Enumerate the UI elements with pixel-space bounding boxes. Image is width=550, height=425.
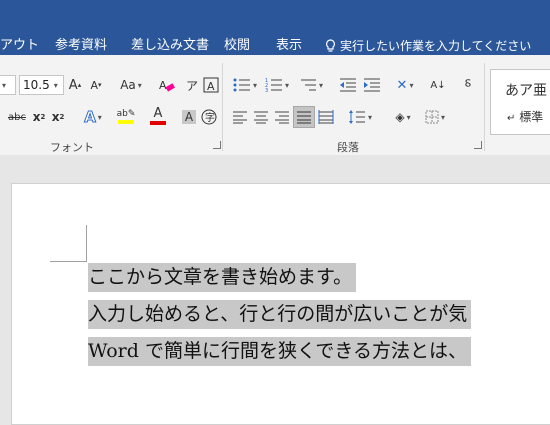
superscript-button[interactable]: x2	[50, 107, 66, 127]
clear-formatting-button[interactable]: A	[157, 75, 177, 95]
align-right-icon	[275, 111, 289, 124]
character-border-icon: A	[203, 77, 219, 93]
style-normal-row: ↵ 標準	[507, 108, 543, 125]
paragraph-mark-icon: ⸹	[464, 77, 472, 94]
paragraph-dialog-launcher[interactable]	[474, 141, 482, 149]
character-shading-icon: A	[181, 110, 197, 124]
style-sample: あア亜	[505, 83, 547, 99]
borders-icon	[425, 110, 439, 124]
document-line-1[interactable]: ここから文章を書き始めます。	[88, 263, 357, 292]
bullets-button[interactable]: ▾	[230, 75, 260, 95]
font-color-button[interactable]: A	[143, 105, 173, 127]
tab-view[interactable]: 表示	[276, 36, 302, 56]
numbering-button[interactable]: 1 2 3 ▾	[262, 75, 292, 95]
group-separator	[484, 63, 485, 151]
shading-button[interactable]: ◈ ▾	[388, 107, 418, 127]
font-color-swatch	[150, 121, 166, 125]
font-size-value: 10.5	[23, 78, 50, 92]
justify-icon	[297, 111, 311, 124]
group-separator	[222, 63, 223, 151]
ribbon: ▾ 10.5 ▾ A ▴ A ▾ Aa ▾ A ア A abc x2 x2 A ▾ ab✎…	[0, 55, 550, 156]
asian-layout-button[interactable]: ✕ ▾	[390, 75, 420, 95]
tell-me-box[interactable]: 実行したい作業を入力してください	[325, 36, 531, 56]
tell-me-text: 実行したい作業を入力してください	[340, 39, 532, 53]
character-shading-button[interactable]: A	[180, 107, 198, 127]
document-line-3[interactable]: Word で簡単に行間を狭くできる方法とは、	[88, 337, 472, 366]
highlighter-icon: ab✎	[116, 108, 136, 119]
highlight-color-button[interactable]: ab✎	[111, 105, 141, 127]
font-group-label: フォント	[50, 141, 94, 154]
text-effects-button[interactable]: A ▾	[80, 107, 106, 127]
svg-text:A: A	[159, 79, 167, 92]
enclose-characters-icon: 字	[201, 109, 217, 125]
font-color-icon: A	[153, 106, 163, 121]
paragraph-group-label: 段落	[337, 141, 359, 154]
font-size-combo[interactable]: 10.5 ▾	[19, 75, 64, 95]
align-left-button[interactable]	[230, 107, 250, 127]
tab-mailings[interactable]: 差し込み文書	[131, 36, 209, 56]
phonetic-guide-button[interactable]: ア	[181, 75, 201, 95]
crop-mark	[86, 225, 87, 262]
decrease-indent-button[interactable]	[338, 75, 358, 95]
tab-layout[interactable]: アウト	[0, 36, 39, 56]
character-border-button[interactable]: A	[201, 75, 221, 95]
subscript-button[interactable]: x2	[31, 107, 47, 127]
ribbon-tab-bar: アウト 参考資料 差し込み文書 校閲 表示 実行したい作業を入力してください	[0, 0, 550, 55]
tab-review[interactable]: 校閲	[224, 36, 250, 56]
align-left-icon	[233, 111, 247, 124]
lightbulb-icon	[326, 39, 335, 52]
align-right-button[interactable]	[272, 107, 292, 127]
grow-font-button[interactable]: A ▴	[67, 75, 83, 95]
decrease-indent-icon	[340, 78, 356, 92]
bullets-icon	[233, 78, 250, 92]
document-line-2[interactable]: 入力し始めると、行と行の間が広いことが気	[88, 300, 472, 329]
increase-indent-icon	[364, 78, 380, 92]
align-center-button[interactable]	[251, 107, 271, 127]
multilevel-list-button[interactable]: ▾	[296, 75, 326, 95]
justify-button[interactable]	[293, 106, 315, 128]
eraser-icon: A	[159, 79, 175, 92]
style-normal-label: 標準	[519, 110, 544, 124]
svg-text:A: A	[207, 80, 215, 93]
styles-gallery[interactable]: あア亜 ↵ 標準	[490, 69, 550, 135]
numbering-icon: 123	[265, 78, 282, 93]
shrink-font-button[interactable]: A ▾	[88, 75, 104, 95]
increase-indent-button[interactable]	[362, 75, 382, 95]
enclose-characters-button[interactable]: 字	[200, 107, 218, 127]
borders-button[interactable]: ▾	[420, 107, 450, 127]
crop-mark	[50, 261, 87, 262]
tab-references[interactable]: 参考資料	[55, 36, 107, 56]
asian-layout-icon: ✕	[396, 77, 408, 93]
distributed-button[interactable]	[316, 107, 336, 127]
svg-text:3: 3	[265, 88, 268, 93]
svg-text:字: 字	[205, 111, 215, 124]
sort-icon: A↓	[430, 79, 446, 91]
phonetic-guide-icon: ア	[186, 79, 198, 93]
change-case-button[interactable]: Aa ▾	[115, 75, 147, 95]
text-effects-icon: A	[84, 108, 97, 127]
line-spacing-icon	[348, 110, 365, 124]
highlight-swatch	[118, 119, 134, 124]
line-spacing-button[interactable]: ▾	[345, 107, 375, 127]
sort-button[interactable]: A↓	[428, 75, 448, 95]
strikethrough-button[interactable]: abc	[6, 107, 28, 127]
multilevel-list-icon	[300, 79, 316, 91]
font-dialog-launcher[interactable]	[213, 141, 221, 149]
svg-text:ア: ア	[186, 79, 198, 93]
align-center-icon	[254, 111, 268, 124]
font-name-combo[interactable]: ▾	[0, 75, 16, 95]
paragraph-mark-icon: ↵	[507, 113, 516, 124]
show-formatting-button[interactable]: ⸹	[458, 75, 478, 95]
distributed-icon	[318, 110, 334, 124]
paint-bucket-icon: ◈	[395, 110, 405, 124]
